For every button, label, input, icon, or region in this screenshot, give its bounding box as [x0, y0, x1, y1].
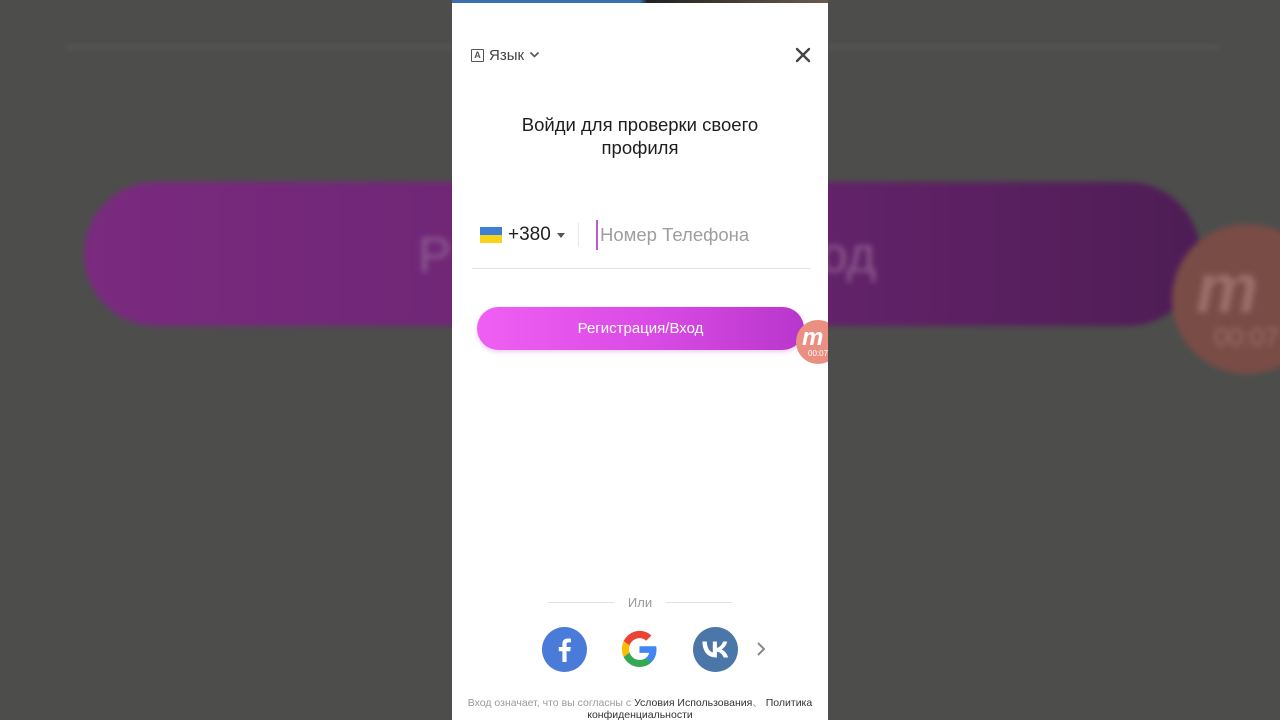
legal-prefix: Вход означает, что вы согласны с — [467, 697, 632, 709]
google-icon — [621, 630, 657, 667]
background-pill-text-right: од — [820, 227, 876, 283]
more-login-options-button[interactable] — [754, 638, 768, 660]
or-line-right — [666, 602, 732, 603]
background-pill-text-left: Р — [418, 227, 452, 283]
google-login-button[interactable] — [617, 627, 662, 672]
or-divider: Или — [548, 594, 732, 612]
field-divider — [578, 223, 579, 247]
close-icon — [795, 47, 811, 63]
background-badge-time: 00:07 — [1214, 322, 1280, 352]
login-screen: A Язык Войди для проверки своего профиля… — [452, 0, 828, 720]
page-title: Войди для проверки своего профиля — [521, 114, 759, 158]
facebook-icon — [558, 638, 571, 662]
language-selector[interactable]: A Язык — [471, 44, 540, 66]
phone-entry-row: +380 — [472, 214, 810, 269]
caret-down-icon — [556, 232, 565, 238]
language-icon: A — [471, 48, 484, 62]
terms-of-use-link[interactable]: Условия Использования — [634, 697, 752, 709]
or-label: Или — [627, 595, 653, 610]
recorder-time: 00:07 — [808, 349, 828, 358]
vk-icon — [702, 641, 729, 658]
vk-login-button[interactable] — [693, 627, 738, 672]
chevron-down-icon — [529, 46, 540, 64]
phone-number-input[interactable] — [596, 220, 800, 250]
close-button[interactable] — [792, 44, 814, 66]
background-badge-letter: m — [1196, 249, 1259, 327]
facebook-login-button[interactable] — [542, 627, 587, 672]
country-code-picker[interactable]: +380 — [480, 222, 565, 248]
register-login-button[interactable]: Регистрация/Вход — [477, 307, 804, 350]
language-label: Язык — [489, 46, 525, 64]
screen-stage: Р од m 00:07 A Язык Войди для проверки с… — [0, 0, 1280, 720]
legal-separator: 、 — [752, 697, 763, 709]
legal-notice: Вход означает, что вы согласны с Условия… — [462, 697, 818, 720]
screen-recorder-badge[interactable]: m 00:07 — [796, 320, 828, 364]
country-code: +380 — [508, 224, 551, 245]
chevron-right-icon — [757, 642, 766, 656]
ukraine-flag-icon — [480, 227, 502, 243]
top-image-strip — [452, 0, 828, 3]
recorder-logo-letter: m — [802, 324, 824, 351]
